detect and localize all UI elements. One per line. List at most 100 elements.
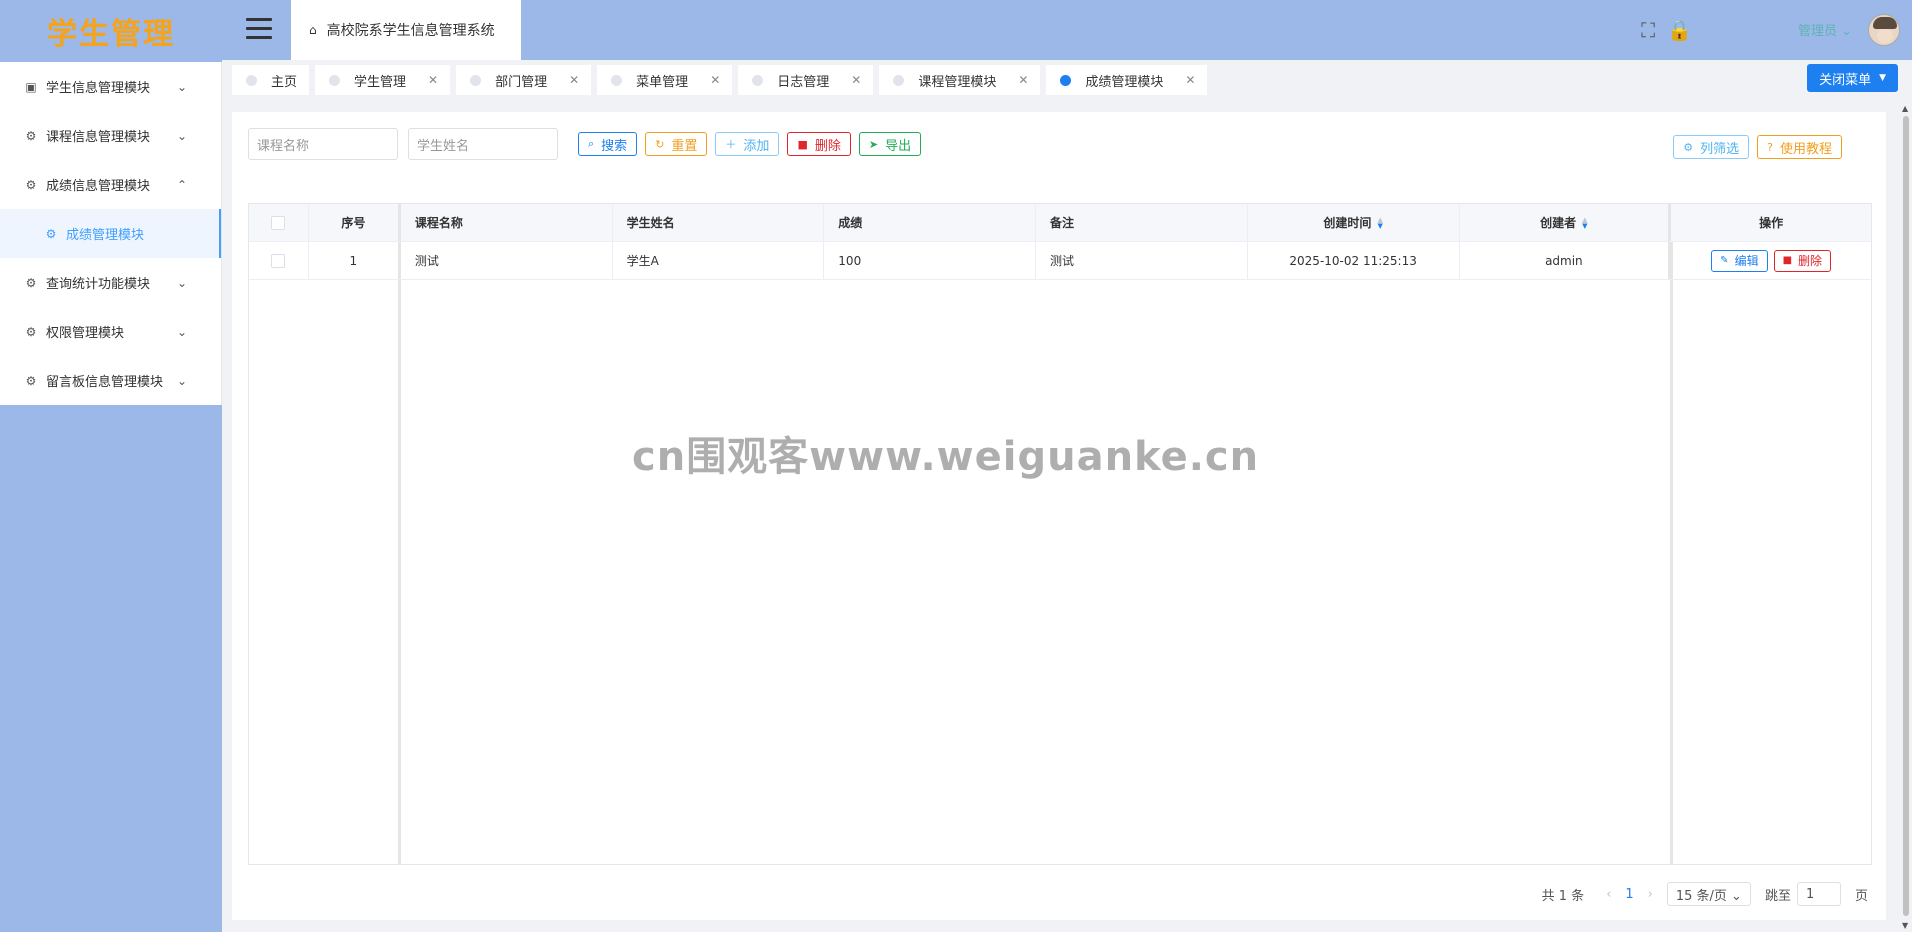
plus-icon: ＋ [725, 138, 737, 151]
sidebar-item-score-info[interactable]: ⚙ 成绩信息管理模块 ⌃ [0, 160, 221, 209]
sort-icon[interactable]: ▲ ▼ [1582, 216, 1587, 229]
jump-page-input[interactable]: 1 [1796, 882, 1841, 906]
tab-menu-management[interactable]: 菜单管理 ✕ [597, 65, 733, 95]
scroll-up-icon[interactable]: ▲ [1902, 104, 1908, 113]
header-checkbox-cell [249, 204, 309, 241]
header-ops: 操作 [1759, 216, 1784, 230]
header-created-time[interactable]: 创建时间 ▲ ▼ [1248, 204, 1460, 241]
button-label: 使用教程 [1779, 141, 1832, 157]
course-name-input[interactable]: 课程名称 [248, 128, 398, 160]
sidebar-item-student-info[interactable]: ▣ 学生信息管理模块 ⌄ [0, 62, 221, 111]
send-icon: ➤ [868, 137, 879, 151]
header-creator[interactable]: 创建者 ▲ ▼ [1460, 204, 1672, 241]
tab-label: 课程管理模块 [918, 74, 997, 90]
page-number[interactable]: 1 [1625, 887, 1633, 902]
avatar[interactable] [1868, 14, 1900, 46]
close-icon[interactable]: ✕ [710, 73, 720, 87]
next-page-icon[interactable]: › [1648, 887, 1653, 902]
cell-ops: ✎ 编辑 ■ 删除 [1671, 242, 1871, 279]
row-delete-button[interactable]: ■ 删除 [1773, 249, 1832, 272]
page-unit-label: 页 [1854, 888, 1868, 904]
column-filter-button[interactable]: ⚙ 列筛选 [1673, 135, 1750, 159]
hamburger-menu-icon[interactable] [246, 18, 272, 40]
user-dropdown[interactable]: 管理员 ⌄ [1798, 20, 1852, 39]
button-label: 列筛选 [1700, 141, 1740, 157]
close-icon[interactable]: ✕ [851, 73, 861, 87]
settings-icon: ⚙ [25, 275, 37, 290]
sort-icon[interactable]: ▲ ▼ [1377, 216, 1382, 229]
cell-course: 测试 [401, 242, 613, 279]
table-row: 1 测试 学生A 100 测试 2025-10-02 11:25:13 admi… [249, 242, 1871, 280]
tab-label: 菜单管理 [636, 74, 689, 90]
sidebar-subitem-score-management[interactable]: ⚙ 成绩管理模块 [0, 209, 221, 258]
select-all-checkbox[interactable] [271, 215, 286, 230]
gear-icon: ⚙ [1683, 140, 1694, 154]
search-toolbar: 课程名称 学生姓名 ⌕ 搜索 ↻ 重置 ＋ 添加 ■ 删除 ➤ 导出 [248, 128, 929, 160]
tab-home[interactable]: 主页 [232, 65, 310, 95]
settings-icon: ⚙ [25, 177, 37, 192]
prev-page-icon[interactable]: ‹ [1606, 887, 1611, 902]
settings-icon: ⚙ [45, 226, 57, 241]
sidebar-menu: ▣ 学生信息管理模块 ⌄ ⚙ 课程信息管理模块 ⌄ ⚙ 成绩信息管理模块 ⌃ ⚙… [0, 62, 222, 405]
sidebar-item-message-board[interactable]: ⚙ 留言板信息管理模块 ⌄ [0, 356, 221, 405]
watermark: cn围观客www.weiguanke.cn [632, 434, 1260, 480]
tab-dot-icon [893, 74, 905, 86]
header-remark: 备注 [1036, 204, 1248, 241]
home-icon[interactable]: ⌂ [309, 23, 317, 37]
header-score: 成绩 [824, 204, 1037, 241]
tab-student-management[interactable]: 学生管理 ✕ [315, 65, 451, 95]
button-label: 添加 [743, 138, 770, 154]
sidebar-item-label: 学生信息管理模块 [46, 81, 151, 96]
logo: 学生管理 [0, 0, 222, 62]
search-icon: ⌕ [588, 137, 595, 150]
logo-text: 学生管理 [47, 17, 175, 52]
button-label: 编辑 [1734, 254, 1759, 268]
scroll-down-icon[interactable]: ▼ [1902, 921, 1908, 930]
fixed-column-divider [1670, 204, 1673, 864]
sidebar-item-permissions[interactable]: ⚙ 权限管理模块 ⌄ [0, 307, 221, 356]
fixed-column-divider [398, 204, 401, 864]
header-course: 课程名称 [401, 204, 613, 241]
close-icon[interactable]: ✕ [1018, 73, 1028, 87]
tab-label: 学生管理 [354, 74, 407, 90]
tab-course-management[interactable]: 课程管理模块 ✕ [879, 65, 1041, 95]
tabs: 主页 学生管理 ✕ 部门管理 ✕ 菜单管理 ✕ 日志管理 ✕ 课程管理模块 ✕ [232, 65, 1208, 95]
close-menu-button[interactable]: 关闭菜单 ▼ [1807, 64, 1898, 92]
chevron-down-icon: ⌄ [176, 275, 187, 290]
header-student: 学生姓名 [613, 204, 825, 241]
tab-dot-icon [752, 74, 764, 86]
page-scrollbar[interactable]: ▲ ▼ [1900, 102, 1912, 932]
add-button[interactable]: ＋ 添加 [715, 132, 780, 156]
pagination: 共 1 条 ‹ 1 › 15 条/页 ⌄ 跳至 1 页 [1528, 882, 1868, 906]
export-button[interactable]: ➤ 导出 [858, 132, 922, 156]
cell-creator: admin [1460, 242, 1672, 279]
chevron-up-icon: ⌃ [176, 177, 187, 192]
lock-icon[interactable]: 🔒 [1667, 18, 1692, 42]
tab-log-management[interactable]: 日志管理 ✕ [738, 65, 874, 95]
close-icon[interactable]: ✕ [428, 73, 438, 87]
button-label: 重置 [671, 138, 698, 154]
edit-button[interactable]: ✎ 编辑 [1711, 249, 1768, 272]
chevron-down-icon: ⌄ [176, 79, 187, 94]
chevron-down-icon: ⌄ [176, 128, 187, 143]
tutorial-button[interactable]: ? 使用教程 [1757, 135, 1842, 159]
fullscreen-icon[interactable]: ⛶ [1641, 18, 1655, 42]
tab-score-management[interactable]: 成绩管理模块 ✕ [1046, 65, 1208, 95]
student-name-input[interactable]: 学生姓名 [408, 128, 558, 160]
close-icon[interactable]: ✕ [1185, 73, 1195, 87]
page-size-select[interactable]: 15 条/页 ⌄ [1666, 882, 1751, 906]
close-icon[interactable]: ✕ [569, 73, 579, 87]
refresh-icon: ↻ [655, 137, 665, 151]
sidebar-item-course-info[interactable]: ⚙ 课程信息管理模块 ⌄ [0, 111, 221, 160]
sidebar-item-query-stats[interactable]: ⚙ 查询统计功能模块 ⌄ [0, 258, 221, 307]
scrollbar-thumb[interactable] [1903, 116, 1909, 916]
tab-department-management[interactable]: 部门管理 ✕ [456, 65, 592, 95]
header-index: 序号 [309, 204, 401, 241]
row-checkbox[interactable] [271, 253, 286, 268]
search-button[interactable]: ⌕ 搜索 [578, 132, 638, 156]
reset-button[interactable]: ↻ 重置 [645, 132, 708, 156]
button-label: 搜索 [601, 138, 628, 154]
delete-button[interactable]: ■ 删除 [787, 132, 851, 156]
table-header: 序号 课程名称 学生姓名 成绩 备注 创建时间 ▲ ▼ 创建者 ▲ ▼ 操作 [249, 204, 1871, 242]
sidebar-item-label: 成绩信息管理模块 [46, 179, 151, 194]
